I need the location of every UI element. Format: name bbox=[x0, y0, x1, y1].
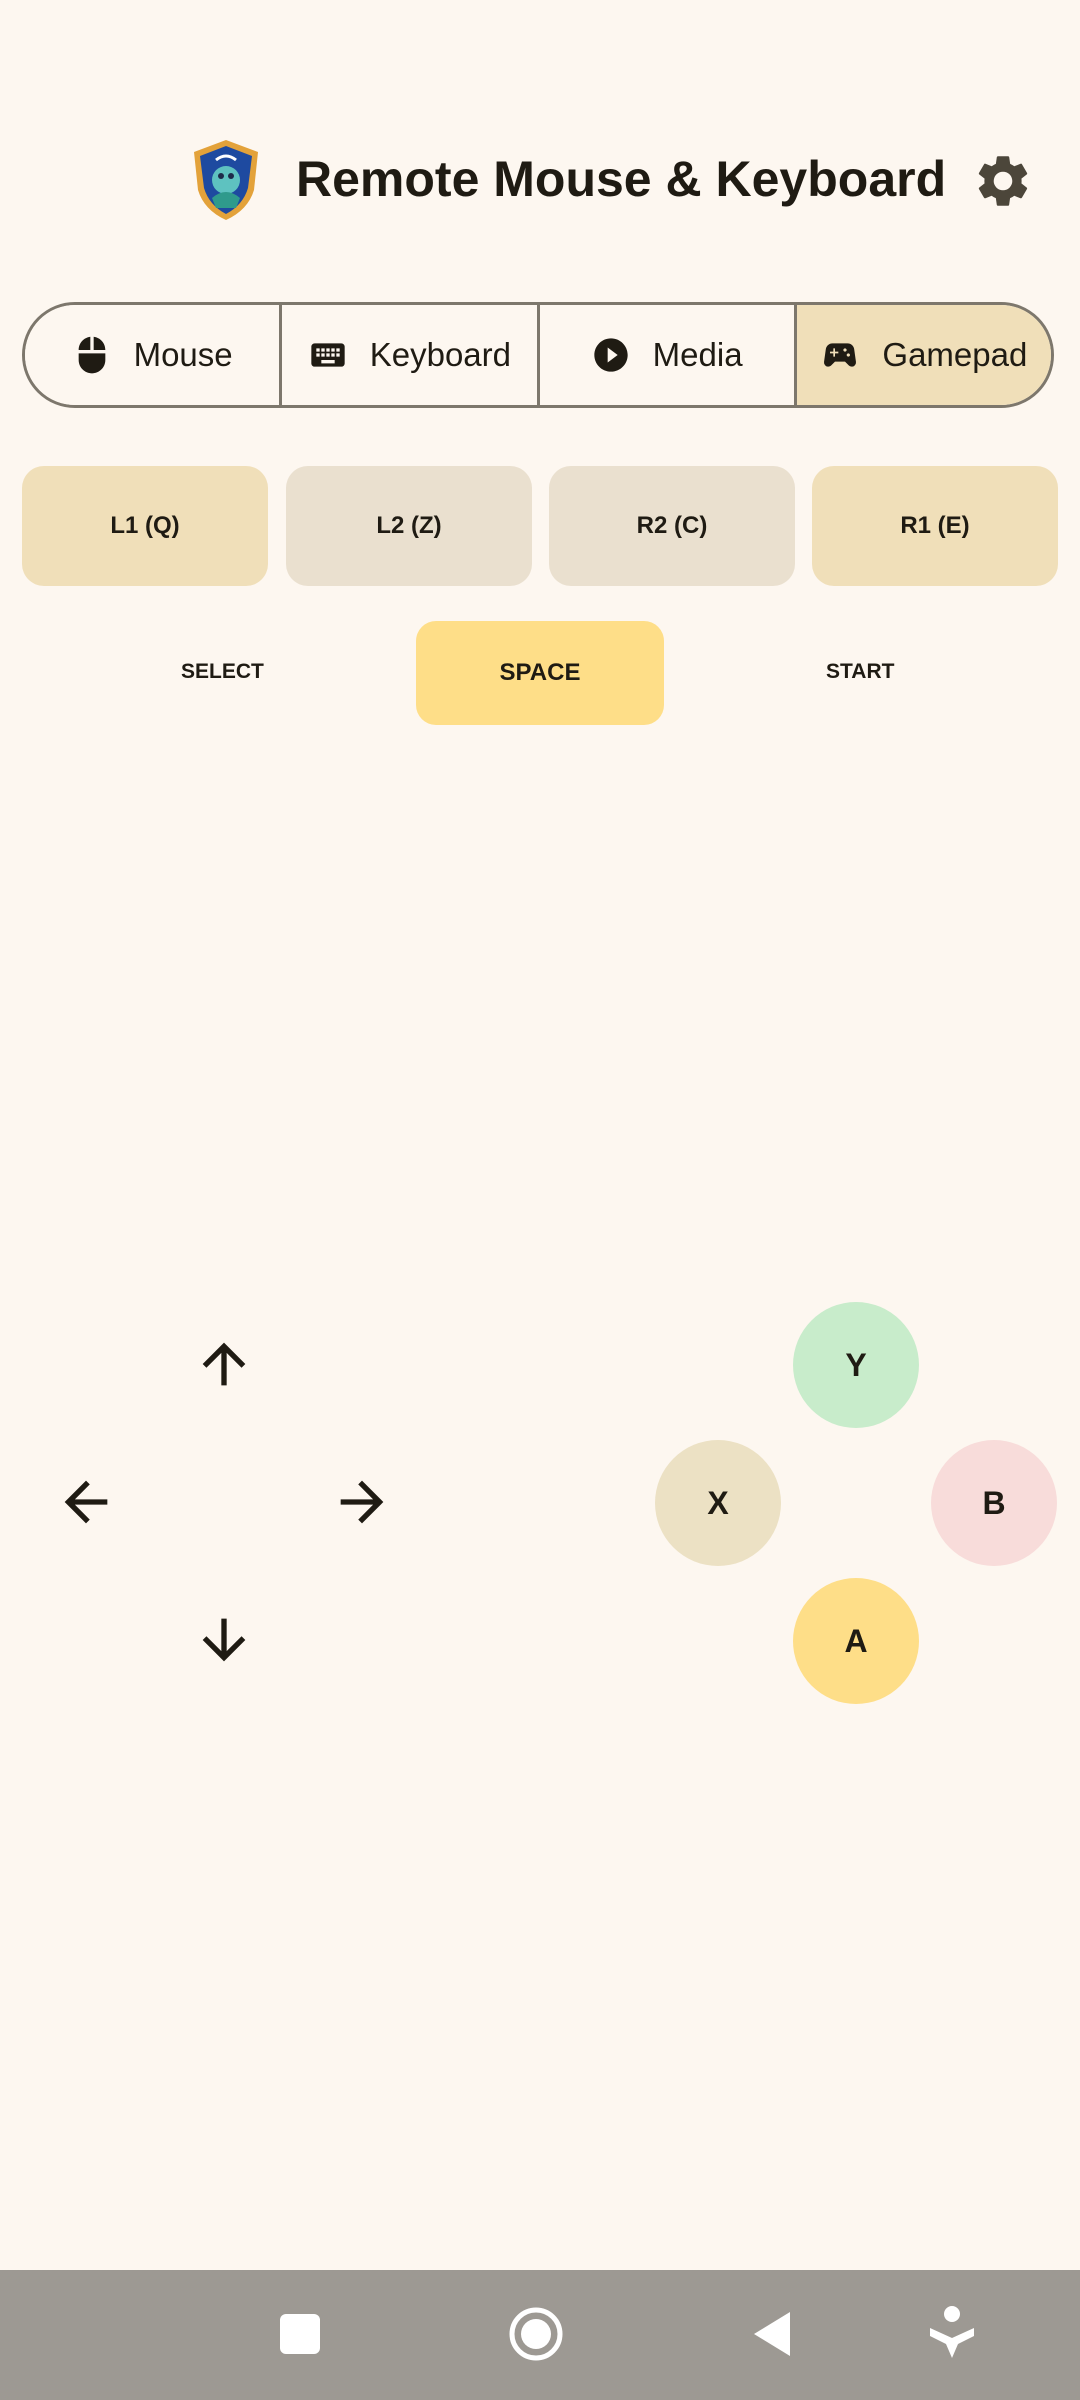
r2-button[interactable]: R2 (C) bbox=[549, 466, 795, 586]
play-circle-icon bbox=[594, 338, 628, 372]
circle-icon[interactable] bbox=[508, 2306, 564, 2362]
tab-media[interactable]: Media bbox=[539, 305, 797, 405]
dpad-right-button[interactable] bbox=[330, 1470, 394, 1534]
tab-media-label: Media bbox=[652, 336, 743, 373]
a-button[interactable]: A bbox=[793, 1578, 919, 1704]
tab-keyboard-label: Keyboard bbox=[369, 336, 511, 373]
settings-button[interactable] bbox=[972, 150, 1034, 212]
app-logo bbox=[190, 138, 262, 222]
dpad-left-button[interactable] bbox=[54, 1470, 118, 1534]
square-icon[interactable] bbox=[280, 2314, 320, 2354]
gamepad-icon bbox=[824, 343, 857, 367]
system-nav-bar bbox=[0, 2270, 1080, 2400]
select-button[interactable]: SELECT bbox=[181, 660, 264, 684]
start-button[interactable]: START bbox=[826, 660, 894, 684]
arrow-left-icon bbox=[64, 1480, 108, 1524]
tab-mouse[interactable]: Mouse bbox=[25, 305, 283, 405]
space-button[interactable]: SPACE bbox=[416, 621, 664, 725]
r1-button[interactable]: R1 (E) bbox=[812, 466, 1058, 586]
x-button[interactable]: X bbox=[655, 1440, 781, 1566]
page-title: Remote Mouse & Keyboard bbox=[296, 151, 947, 207]
keyboard-icon bbox=[311, 343, 345, 367]
dpad-down-button[interactable] bbox=[192, 1608, 256, 1672]
l2-button[interactable]: L2 (Z) bbox=[286, 466, 532, 586]
shield-logo-icon bbox=[194, 140, 258, 220]
dpad-up-button[interactable] bbox=[192, 1332, 256, 1396]
arrow-right-icon bbox=[340, 1480, 384, 1524]
triangle-back-icon[interactable] bbox=[752, 2310, 792, 2358]
gear-icon bbox=[978, 156, 1028, 206]
mouse-icon bbox=[78, 336, 105, 374]
b-button[interactable]: B bbox=[931, 1440, 1057, 1566]
y-button[interactable]: Y bbox=[793, 1302, 919, 1428]
tab-keyboard[interactable]: Keyboard bbox=[282, 305, 540, 405]
accessibility-icon[interactable] bbox=[928, 2304, 976, 2360]
tab-gamepad[interactable]: Gamepad bbox=[796, 305, 1051, 405]
l1-button[interactable]: L1 (Q) bbox=[22, 466, 268, 586]
mode-tabs: Mouse Keyboard Media Gamepad bbox=[22, 302, 1054, 408]
arrow-up-icon bbox=[202, 1342, 246, 1386]
arrow-down-icon bbox=[202, 1618, 246, 1662]
tab-gamepad-label: Gamepad bbox=[882, 336, 1028, 373]
tab-mouse-label: Mouse bbox=[133, 336, 233, 373]
